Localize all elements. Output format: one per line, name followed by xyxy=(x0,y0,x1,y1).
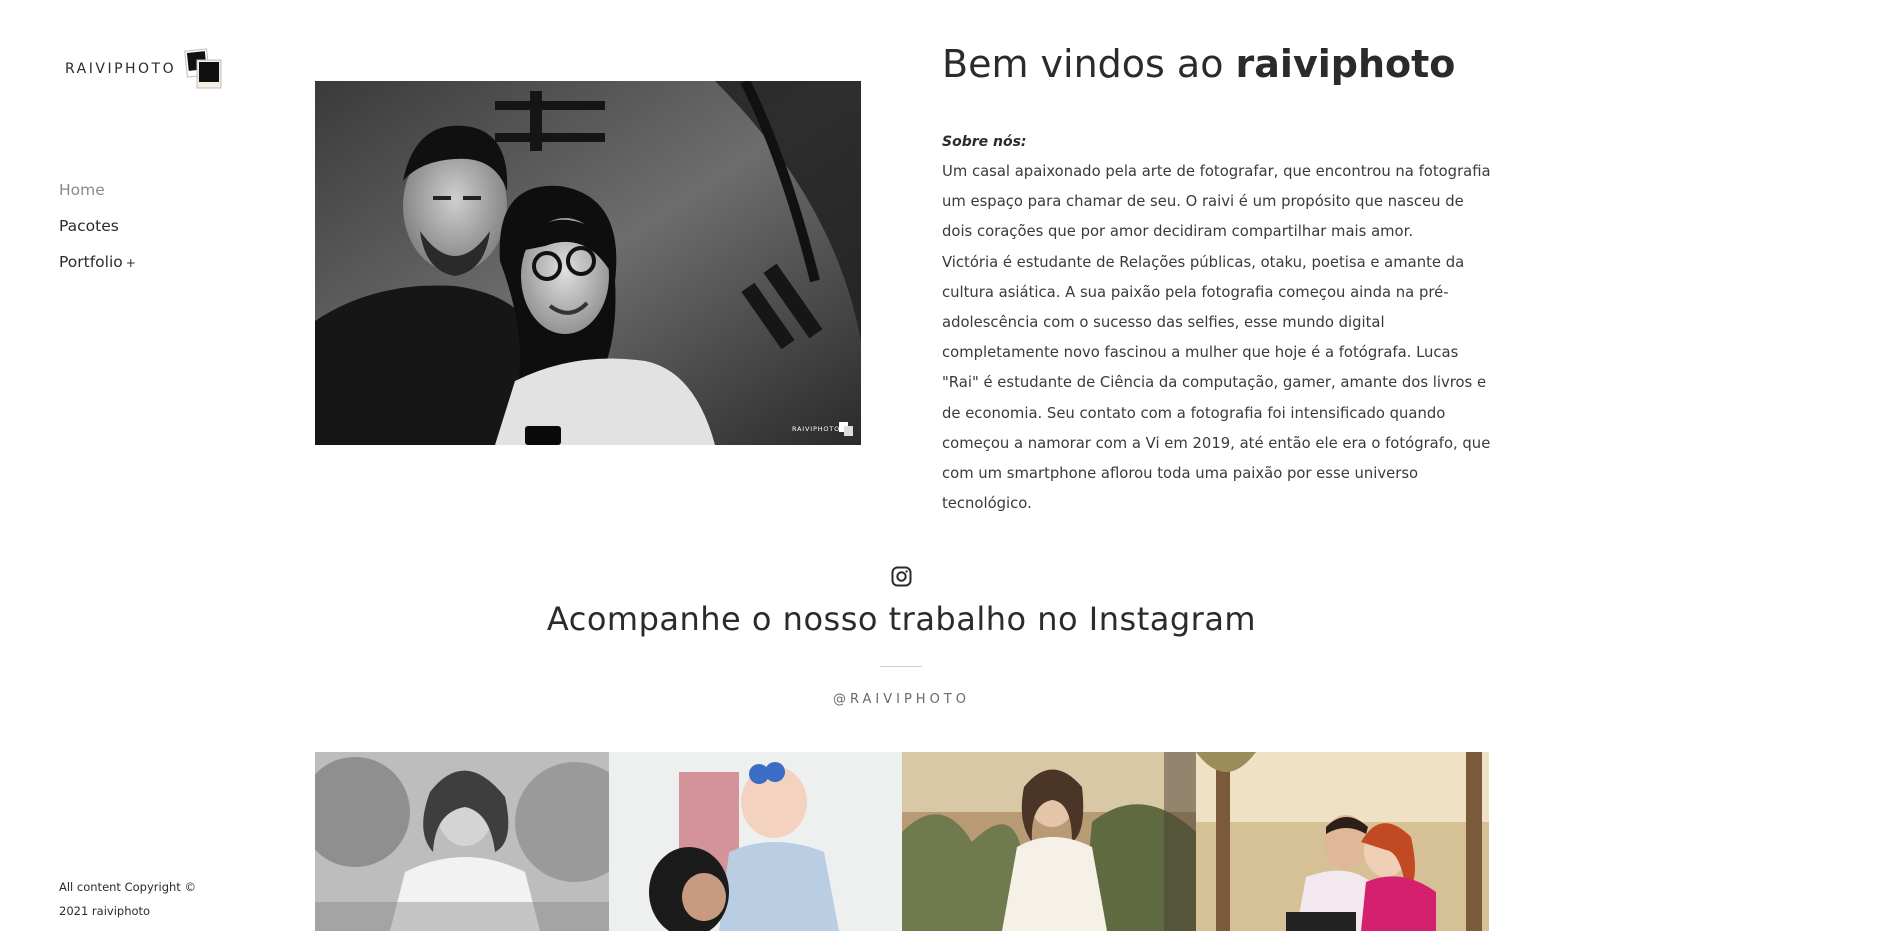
instagram-post[interactable] xyxy=(315,752,609,931)
about-paragraph: Victória é estudante de Relações pública… xyxy=(942,253,1491,513)
copyright-line: All content Copyright © xyxy=(59,880,196,894)
polaroid-logo-icon xyxy=(184,48,224,90)
photo-watermark: RAIVIPHOTO xyxy=(792,425,840,433)
instagram-section-title: Acompanhe o nosso trabalho no Instagram xyxy=(546,600,1257,638)
instagram-handle-link[interactable]: @RAIVIPHOTO xyxy=(0,692,1803,707)
instagram-post[interactable] xyxy=(1195,752,1489,931)
instagram-post[interactable] xyxy=(902,752,1196,931)
section-divider xyxy=(880,666,922,667)
instagram-icon[interactable] xyxy=(891,566,912,587)
nav-item-label: Portfolio xyxy=(59,253,123,271)
main-nav: Home Pacotes Portfolio + xyxy=(59,172,136,281)
page: RAIVIPHOTO Home Pacotes Portfolio + All … xyxy=(0,0,1895,931)
nav-item-pacotes[interactable]: Pacotes xyxy=(59,208,136,244)
page-title: Bem vindos ao raiviphoto xyxy=(942,42,1455,86)
nav-item-portfolio[interactable]: Portfolio + xyxy=(59,244,136,281)
instagram-post[interactable] xyxy=(608,752,902,931)
expand-plus-icon: + xyxy=(125,256,136,270)
about-section: Sobre nós: Um casal apaixonado pela arte… xyxy=(942,127,1492,519)
copyright-notice: All content Copyright © 2021 raiviphoto xyxy=(59,875,219,923)
about-paragraph: Um casal apaixonado pela arte de fotogra… xyxy=(942,163,1491,241)
logo-text: RAIVIPHOTO xyxy=(65,61,177,77)
title-brand: raiviphoto xyxy=(1235,42,1456,86)
about-label: Sobre nós: xyxy=(942,134,1027,150)
nav-item-home[interactable]: Home xyxy=(59,172,136,208)
nav-item-label: Home xyxy=(59,181,105,199)
site-logo[interactable]: RAIVIPHOTO xyxy=(65,48,224,90)
title-prefix: Bem vindos ao xyxy=(942,42,1236,86)
instagram-feed xyxy=(315,752,1489,931)
sidebar: RAIVIPHOTO Home Pacotes Portfolio + All … xyxy=(0,0,300,931)
nav-item-label: Pacotes xyxy=(59,217,119,235)
couple-photo: RAIVIPHOTO xyxy=(315,81,861,445)
copyright-line: 2021 raiviphoto xyxy=(59,904,151,918)
